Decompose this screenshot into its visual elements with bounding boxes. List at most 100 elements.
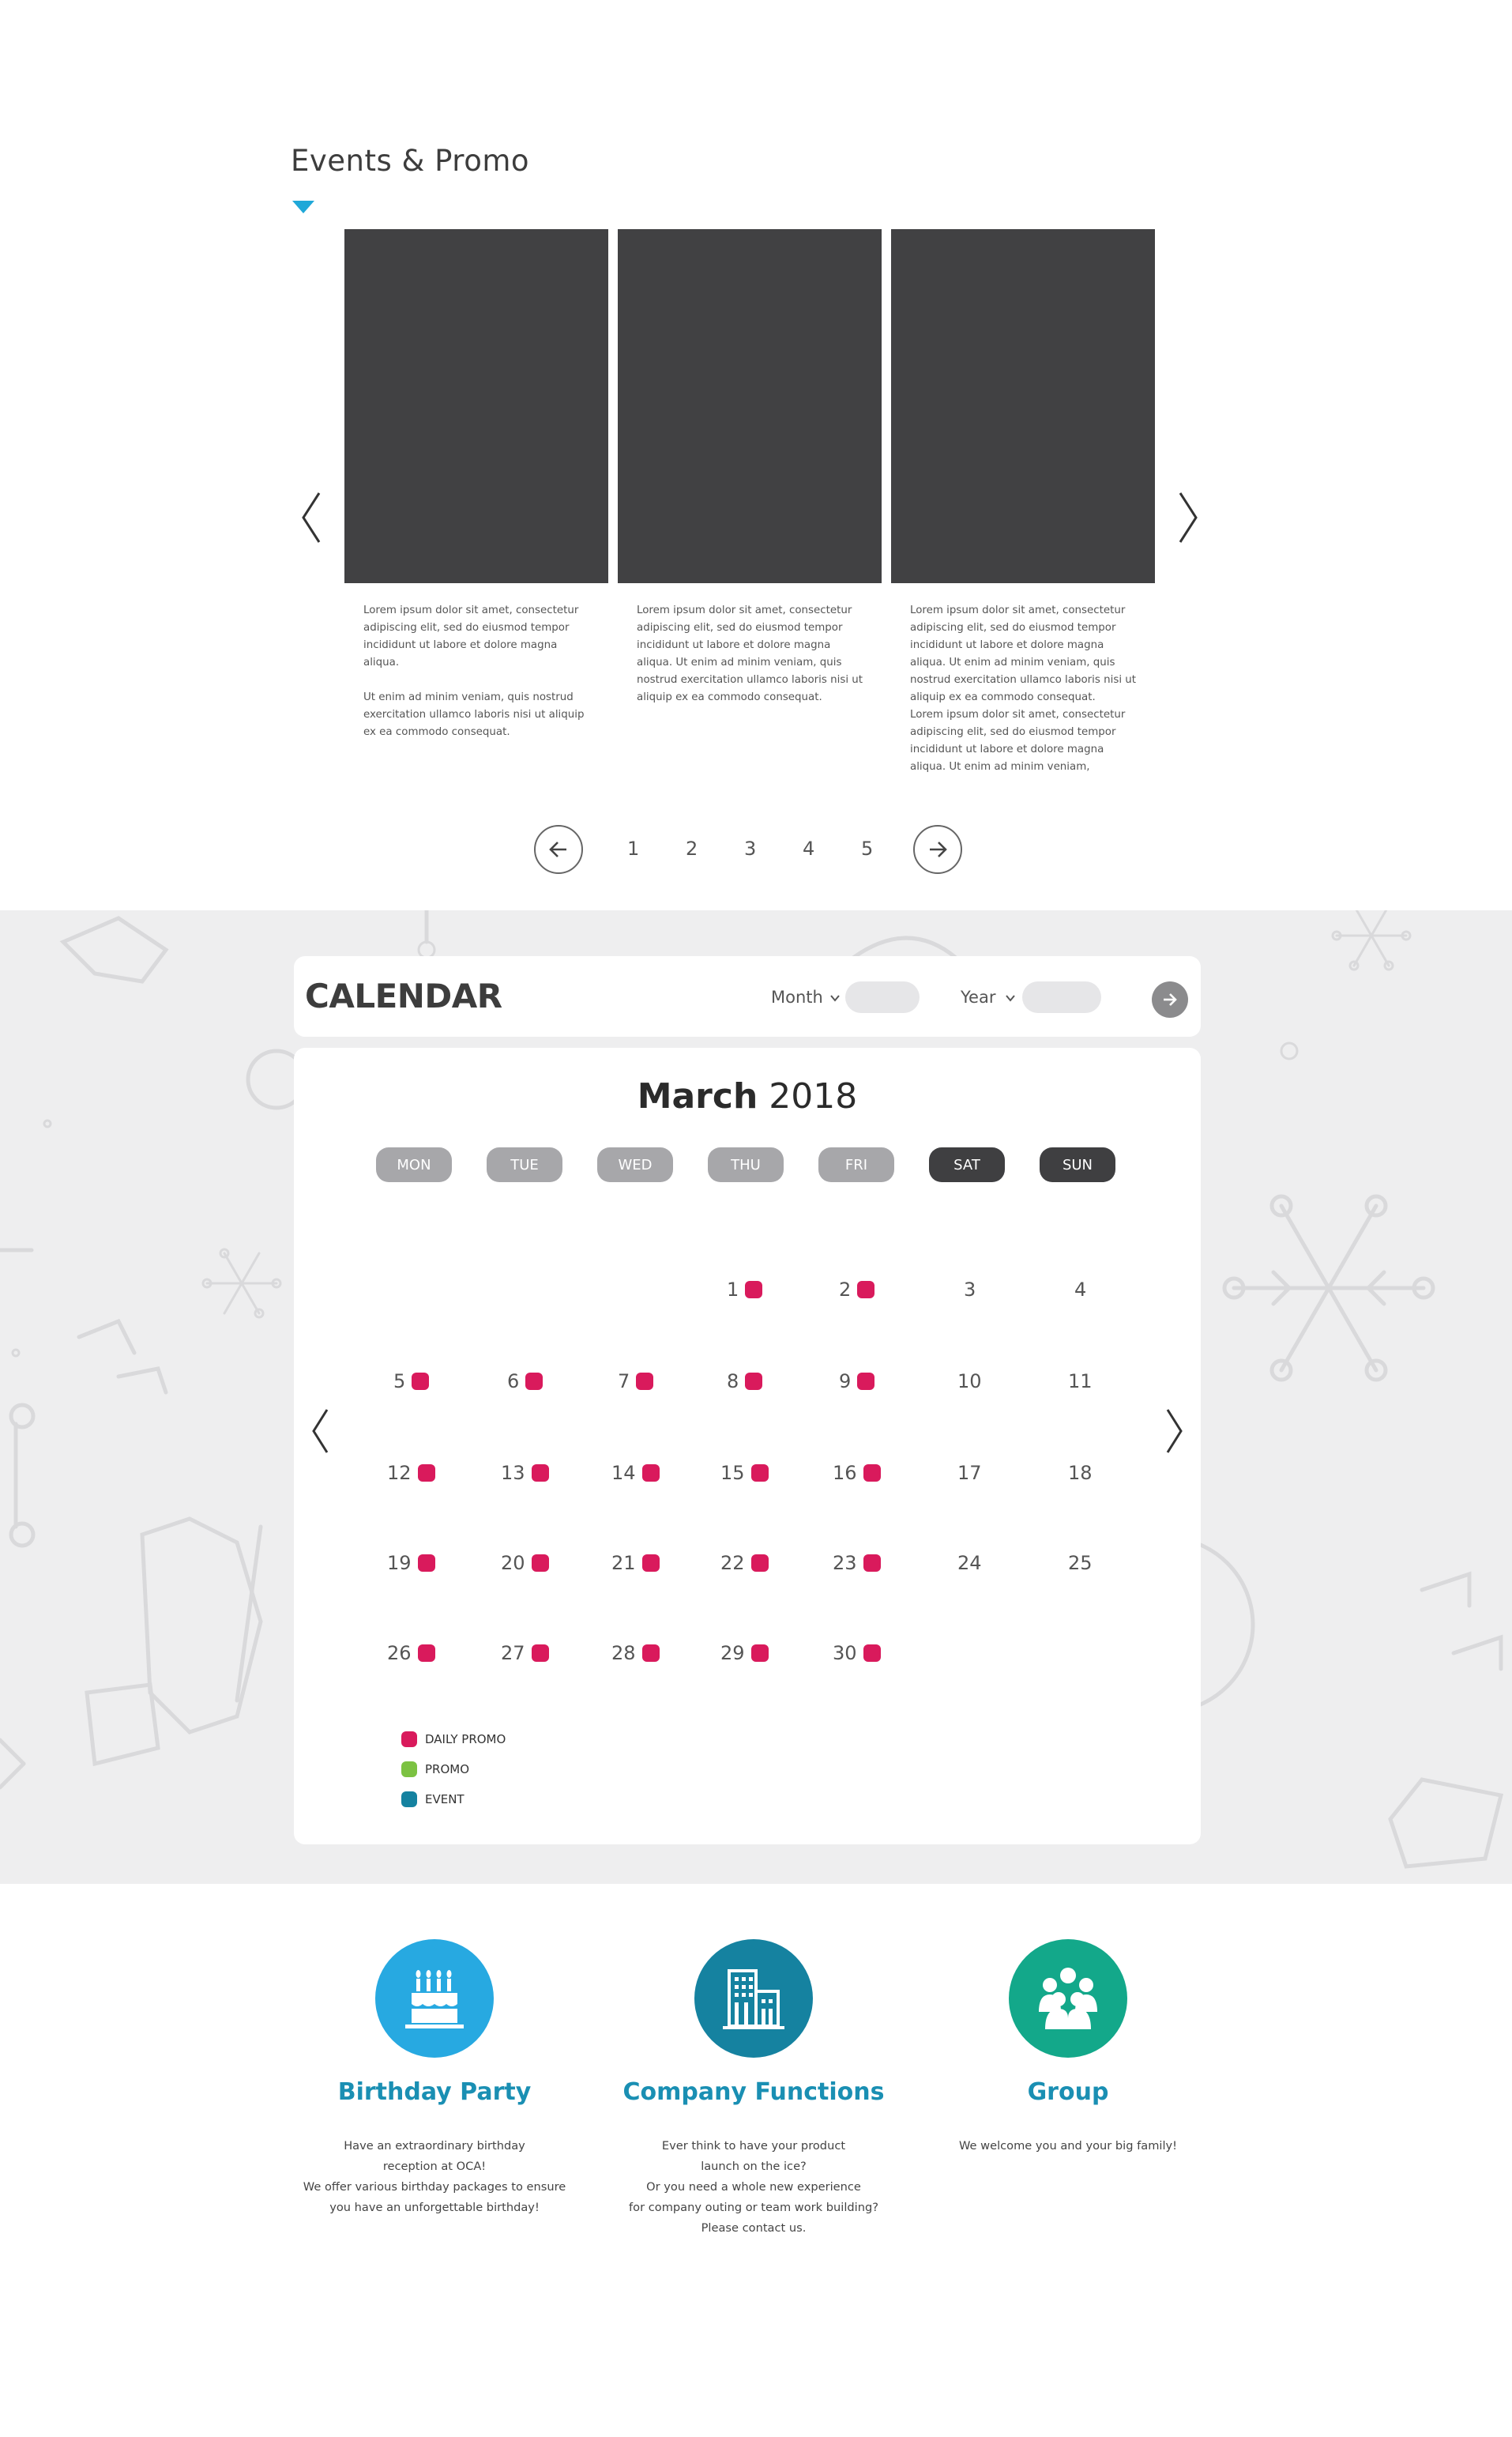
daily-promo-marker xyxy=(417,1554,435,1572)
calendar-day-number: 4 xyxy=(1074,1279,1087,1301)
calendar-day-17[interactable]: 17 xyxy=(957,1457,982,1489)
month-select[interactable] xyxy=(845,981,920,1013)
calendar-day-18[interactable]: 18 xyxy=(1068,1457,1093,1489)
pagination-page-4[interactable]: 4 xyxy=(803,838,814,860)
calendar-day-number: 28 xyxy=(611,1642,636,1664)
calendar-day-20[interactable]: 20 xyxy=(501,1547,549,1579)
calendar-day-7[interactable]: 7 xyxy=(618,1365,654,1397)
calendar-title: CALENDAR xyxy=(305,977,502,1015)
calendar-day-number: 19 xyxy=(387,1552,412,1574)
calendar-day-27[interactable]: 27 xyxy=(501,1637,549,1669)
events-section-title: Events & Promo xyxy=(291,144,530,178)
calendar-day-5[interactable]: 5 xyxy=(393,1365,430,1397)
pagination-next-button[interactable] xyxy=(913,825,962,874)
calendar-day-10[interactable]: 10 xyxy=(957,1365,982,1397)
event-card-image[interactable] xyxy=(344,229,608,583)
event-card-text: Lorem ipsum dolor sit amet, consectetur … xyxy=(363,605,585,738)
calendar-day-15[interactable]: 15 xyxy=(720,1457,769,1489)
calendar-day-number: 12 xyxy=(387,1462,412,1484)
pagination-page-2[interactable]: 2 xyxy=(686,838,698,860)
chevron-down-icon[interactable] xyxy=(1005,994,1016,1002)
pagination-page-1[interactable]: 1 xyxy=(627,838,639,860)
calendar-day-number: 30 xyxy=(833,1642,857,1664)
pagination-prev-button[interactable] xyxy=(534,825,583,874)
daily-promo-marker xyxy=(863,1554,881,1572)
calendar-day-22[interactable]: 22 xyxy=(720,1547,769,1579)
daily-promo-marker xyxy=(531,1464,549,1482)
event-card-3[interactable]: Lorem ipsum dolor sit amet, consectetur … xyxy=(891,229,1155,776)
service-group[interactable]: Group We welcome you and your big family… xyxy=(910,1939,1226,2156)
pagination-page-5[interactable]: 5 xyxy=(861,838,873,860)
calendar-day-19[interactable]: 19 xyxy=(387,1547,435,1579)
calendar-day-number: 14 xyxy=(611,1462,636,1484)
daily-promo-marker xyxy=(641,1554,660,1572)
calendar-go-button[interactable] xyxy=(1152,981,1188,1018)
calendar-day-24[interactable]: 24 xyxy=(957,1547,982,1579)
calendar-header-bar: CALENDAR Month Year xyxy=(294,956,1201,1037)
service-title[interactable]: Birthday Party xyxy=(276,2078,592,2106)
calendar-day-28[interactable]: 28 xyxy=(611,1637,660,1669)
calendar-day-2[interactable]: 2 xyxy=(839,1274,875,1305)
calendar-day-number: 24 xyxy=(957,1552,982,1574)
calendar-day-23[interactable]: 23 xyxy=(833,1547,881,1579)
service-icon-circle[interactable] xyxy=(375,1939,494,2058)
event-card-image[interactable] xyxy=(891,229,1155,583)
year-select[interactable] xyxy=(1022,981,1101,1013)
service-company-functions[interactable]: Company Functions Ever think to have you… xyxy=(596,1939,912,2239)
service-birthday-party[interactable]: Birthday Party Have an extraordinary bir… xyxy=(276,1939,592,2218)
weekday-mon: MON xyxy=(376,1147,452,1182)
calendar-day-number: 23 xyxy=(833,1552,857,1574)
calendar-day-16[interactable]: 16 xyxy=(833,1457,881,1489)
year-select-label[interactable]: Year xyxy=(961,988,995,1007)
calendar-day-11[interactable]: 11 xyxy=(1068,1365,1093,1397)
calendar-day-number: 3 xyxy=(964,1279,976,1301)
service-title[interactable]: Company Functions xyxy=(596,2078,912,2106)
event-card-2[interactable]: Lorem ipsum dolor sit amet, consectetur … xyxy=(618,229,882,706)
birthday-cake-icon xyxy=(405,1970,464,2028)
calendar-day-9[interactable]: 9 xyxy=(839,1365,875,1397)
calendar-prev-month-arrow[interactable] xyxy=(310,1407,330,1456)
office-building-icon xyxy=(723,1969,784,2029)
calendar-day-number: 9 xyxy=(839,1370,852,1392)
daily-promo-marker xyxy=(641,1644,660,1662)
calendar-day-14[interactable]: 14 xyxy=(611,1457,660,1489)
calendar-day-3[interactable]: 3 xyxy=(964,1274,976,1305)
daily-promo-marker xyxy=(745,1281,763,1298)
pagination-page-3[interactable]: 3 xyxy=(744,838,756,860)
daily-promo-marker xyxy=(863,1644,881,1662)
calendar-day-4[interactable]: 4 xyxy=(1074,1274,1086,1305)
calendar-next-month-arrow[interactable] xyxy=(1164,1407,1185,1456)
service-title[interactable]: Group xyxy=(910,2078,1226,2106)
daily-promo-marker xyxy=(525,1373,543,1390)
calendar-day-number: 1 xyxy=(727,1279,739,1301)
calendar-day-30[interactable]: 30 xyxy=(833,1637,881,1669)
carousel-prev-arrow[interactable] xyxy=(297,490,324,545)
arrow-right-icon xyxy=(1164,993,1177,1006)
month-select-label[interactable]: Month xyxy=(771,988,823,1007)
calendar-day-13[interactable]: 13 xyxy=(501,1457,549,1489)
pagination: 1 2 3 4 5 xyxy=(534,825,965,876)
calendar-day-number: 20 xyxy=(501,1552,525,1574)
calendar-day-number: 29 xyxy=(720,1642,745,1664)
legend-item-event: EVENT xyxy=(401,1784,506,1814)
calendar-day-12[interactable]: 12 xyxy=(387,1457,435,1489)
event-card-text: Lorem ipsum dolor sit amet, consectetur … xyxy=(910,605,1137,773)
daily-promo-marker xyxy=(636,1373,654,1390)
calendar-day-29[interactable]: 29 xyxy=(720,1637,769,1669)
chevron-down-icon[interactable] xyxy=(829,994,841,1002)
calendar-day-6[interactable]: 6 xyxy=(507,1365,543,1397)
daily-promo-marker xyxy=(857,1281,875,1298)
calendar-day-number: 17 xyxy=(957,1462,982,1484)
calendar-day-1[interactable]: 1 xyxy=(727,1274,763,1305)
calendar-day-21[interactable]: 21 xyxy=(611,1547,660,1579)
service-icon-circle[interactable] xyxy=(1009,1939,1127,2058)
calendar-day-25[interactable]: 25 xyxy=(1068,1547,1093,1579)
event-card-1[interactable]: Lorem ipsum dolor sit amet, consectetur … xyxy=(344,229,608,741)
service-icon-circle[interactable] xyxy=(694,1939,813,2058)
weekday-wed: WED xyxy=(597,1147,673,1182)
event-card-image[interactable] xyxy=(618,229,882,583)
daily-promo-marker xyxy=(863,1464,881,1482)
calendar-day-26[interactable]: 26 xyxy=(387,1637,435,1669)
calendar-day-8[interactable]: 8 xyxy=(727,1365,763,1397)
carousel-next-arrow[interactable] xyxy=(1175,490,1202,545)
